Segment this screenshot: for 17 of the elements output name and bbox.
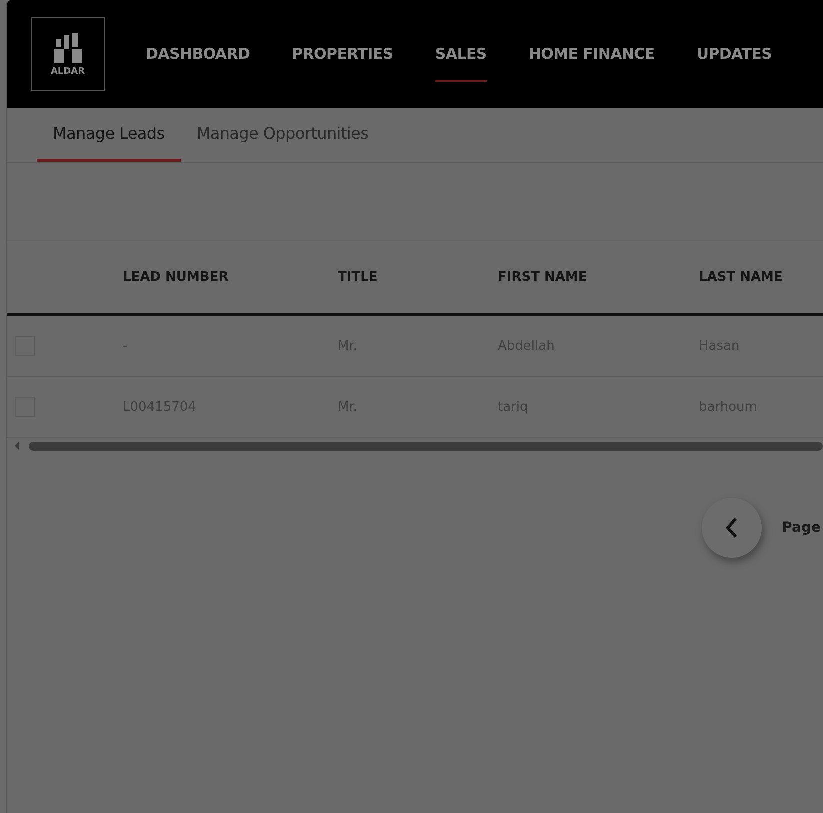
nav-link[interactable]: PROPERTIES — [271, 0, 414, 108]
logo[interactable]: ALDAR — [31, 17, 105, 91]
nav-link[interactable]: UPDATES — [676, 0, 794, 108]
nav-link[interactable]: DASHBOARD — [125, 0, 272, 108]
column-header: LAST NAME — [699, 270, 784, 284]
nav-link[interactable]: HOME FINANCE — [508, 0, 676, 108]
table-cell-text: - — [123, 338, 129, 354]
column-header: FIRST NAME — [498, 270, 588, 284]
nav-link[interactable]: SALES — [414, 0, 508, 108]
chevron-left-icon — [725, 517, 740, 539]
column-header: LEAD NUMBER — [123, 270, 230, 284]
logo-text: ALDAR — [50, 67, 86, 77]
scroll-left-icon[interactable] — [13, 441, 21, 451]
page-label: Page — [782, 520, 821, 536]
column-header: TITLE — [338, 270, 379, 284]
tab[interactable]: Manage Leads — [37, 108, 181, 162]
scrollbar-thumb[interactable] — [29, 442, 823, 450]
